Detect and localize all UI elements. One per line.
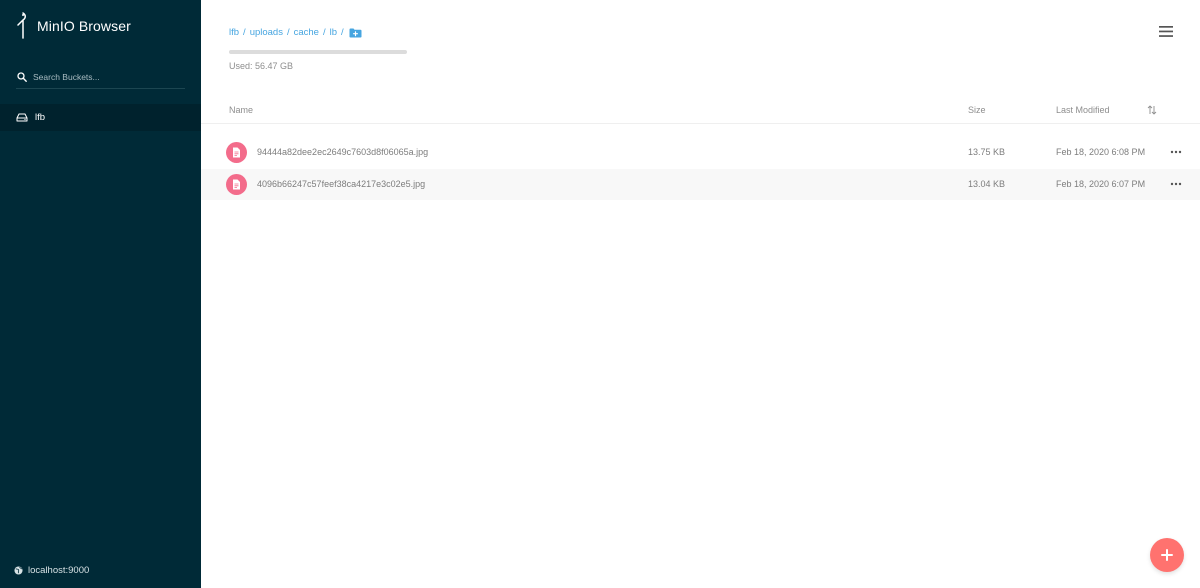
add-button[interactable] — [1150, 538, 1184, 572]
storage-usage-bar — [229, 50, 407, 54]
file-modified: Feb 18, 2020 6:08 PM — [1056, 147, 1146, 157]
breadcrumb: lfb / uploads / cache / lb / — [229, 27, 362, 38]
bucket-search — [16, 66, 185, 89]
column-header-modified[interactable]: Last Modified — [1056, 105, 1110, 115]
breadcrumb-separator: / — [243, 27, 246, 38]
storage-usage-text: Used: 56.47 GB — [229, 61, 294, 71]
file-row[interactable]: 94444a82dee2ec2649c7603d8f06065a.jpg 13.… — [201, 137, 1200, 168]
host-label: localhost:9000 — [28, 565, 90, 576]
search-icon — [17, 72, 27, 82]
breadcrumb-item[interactable]: lfb — [229, 27, 239, 38]
breadcrumb-separator: / — [286, 27, 290, 38]
globe-icon — [14, 566, 23, 575]
breadcrumb-separator: / — [341, 27, 344, 38]
minio-logo-icon — [17, 12, 26, 39]
more-horizontal-icon[interactable] — [1170, 182, 1182, 186]
bucket-label: lfb — [35, 112, 46, 123]
column-header-name[interactable]: Name — [229, 105, 253, 115]
brand: MinIO Browser — [16, 12, 131, 40]
sort-icon[interactable] — [1147, 105, 1157, 115]
search-buckets-input[interactable] — [33, 72, 173, 82]
breadcrumb-item[interactable]: uploads — [250, 27, 283, 38]
sidebar-item-bucket[interactable]: lfb — [0, 104, 201, 131]
storage-usage-fill — [229, 50, 407, 54]
file-name[interactable]: 4096b66247c57feef38ca4217e3c02e5.jpg — [257, 179, 425, 189]
column-header-size[interactable]: Size — [968, 105, 986, 115]
file-list-header: Name Size Last Modified — [201, 96, 1200, 124]
file-modified: Feb 18, 2020 6:07 PM — [1056, 179, 1146, 189]
file-row[interactable]: 4096b66247c57feef38ca4217e3c02e5.jpg 13.… — [201, 169, 1200, 200]
more-horizontal-icon[interactable] — [1170, 150, 1182, 154]
folder-plus-icon[interactable] — [349, 28, 362, 38]
main-content: lfb / uploads / cache / lb / Used: 56.47… — [201, 0, 1200, 588]
file-size: 13.75 KB — [968, 147, 1006, 157]
file-icon — [226, 142, 247, 163]
file-icon — [226, 174, 247, 195]
bucket-drive-icon — [16, 113, 28, 122]
app-title: MinIO Browser — [37, 18, 131, 34]
sidebar: MinIO Browser lfb localhost:9000 — [0, 0, 201, 588]
plus-icon — [1161, 549, 1173, 561]
breadcrumb-separator: / — [322, 27, 326, 38]
file-size: 13.04 KB — [968, 179, 1006, 189]
breadcrumb-item[interactable]: lb — [330, 27, 337, 38]
breadcrumb-item[interactable]: cache — [294, 27, 319, 38]
file-name[interactable]: 94444a82dee2ec2649c7603d8f06065a.jpg — [257, 147, 428, 157]
host-info: localhost:9000 — [14, 565, 89, 576]
hamburger-menu-icon[interactable] — [1159, 26, 1173, 37]
